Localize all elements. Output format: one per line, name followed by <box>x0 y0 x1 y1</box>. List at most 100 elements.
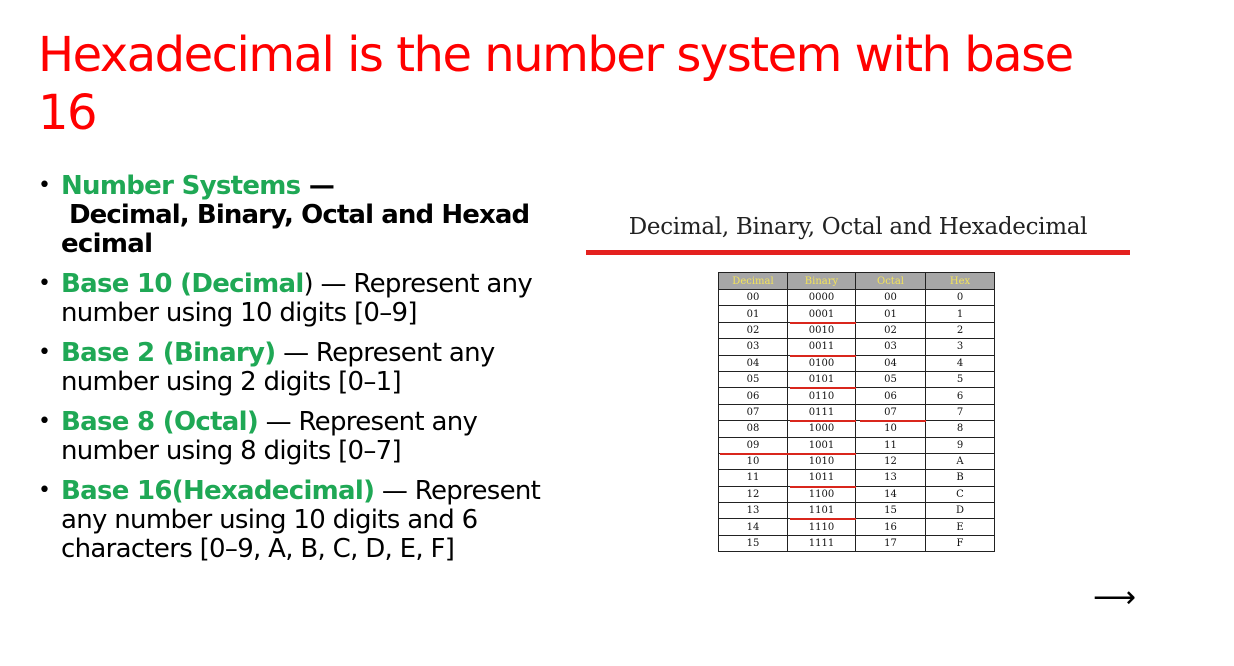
bullet-dot-icon: • <box>38 173 51 198</box>
bullet-subtext-cont: ecimal <box>61 229 153 259</box>
cell-decimal: 12 <box>718 485 788 504</box>
bullet-head: Number Systems <box>61 171 301 201</box>
table-row: 05 0101 05 5 <box>718 370 995 389</box>
table-body: 00 0000 00 0 01 0001 01 1 02 0010 02 2 03 0011 03 3 04 01… <box>718 288 995 553</box>
bullet-dot-icon: • <box>38 340 51 365</box>
cell-octal: 16 <box>855 518 926 536</box>
table-row: 06 0110 06 6 <box>718 387 995 405</box>
cell-binary: 1011 <box>787 469 856 487</box>
cell-hex: 2 <box>925 321 995 340</box>
table-row: 00 0000 00 0 <box>718 288 995 307</box>
cell-octal: 07 <box>855 403 926 422</box>
table-row: 02 0010 02 2 <box>718 321 995 340</box>
cell-octal: 17 <box>855 534 926 553</box>
annotation-underline <box>790 322 856 324</box>
cell-hex: 0 <box>925 288 995 307</box>
cell-decimal: 06 <box>718 387 788 405</box>
bullet-head: Base 2 (Binary) <box>61 338 276 368</box>
table-row: 14 1110 16 E <box>718 518 995 536</box>
cell-decimal: 07 <box>718 403 788 422</box>
table-row: 15 1111 17 F <box>718 534 995 553</box>
annotation-underline <box>790 387 856 389</box>
cell-hex: 6 <box>925 387 995 405</box>
header-binary: Binary <box>787 272 856 290</box>
cell-decimal: 02 <box>718 321 788 340</box>
bullet-dot-icon: • <box>38 271 51 296</box>
table-row: 04 0100 04 4 <box>718 354 995 372</box>
cell-binary: 1111 <box>787 534 856 553</box>
cell-binary: 1001 <box>787 436 856 454</box>
table-row: 10 1010 12 A <box>718 452 995 471</box>
cell-octal: 06 <box>855 387 926 405</box>
annotation-underline <box>790 420 856 422</box>
bullet-head: Base 10 (Decimal <box>61 269 304 299</box>
cell-hex: E <box>925 518 995 536</box>
bullet-head-close: ) <box>303 269 314 299</box>
cell-octal: 02 <box>855 321 926 340</box>
slide-title: Hexadecimal is the number system with ba… <box>38 27 1074 141</box>
cell-octal: 12 <box>855 452 926 471</box>
table-row: 11 1011 13 B <box>718 469 995 487</box>
cell-binary: 1110 <box>787 518 856 536</box>
annotation-underline <box>790 355 856 357</box>
annotation-underline <box>790 518 856 520</box>
cell-decimal: 04 <box>718 354 788 372</box>
cell-octal: 14 <box>855 485 926 504</box>
cell-hex: 4 <box>925 354 995 372</box>
bullet-base-8: • Base 8 (Octal) — Represent any number … <box>38 408 568 466</box>
cell-binary: 0000 <box>787 288 856 307</box>
cell-hex: B <box>925 469 995 487</box>
cell-binary: 0110 <box>787 387 856 405</box>
cell-binary: 1100 <box>787 485 856 504</box>
table-header-row: Decimal Binary Octal Hex <box>718 272 995 290</box>
cell-hex: C <box>925 485 995 504</box>
cell-binary: 1101 <box>787 502 856 520</box>
cell-hex: 8 <box>925 420 995 438</box>
cell-octal: 15 <box>855 502 926 520</box>
cell-binary: 1010 <box>787 452 856 471</box>
header-octal: Octal <box>855 272 926 290</box>
cell-decimal: 03 <box>718 338 788 356</box>
cell-octal: 13 <box>855 469 926 487</box>
bullet-dot-icon: • <box>38 409 51 434</box>
cell-decimal: 11 <box>718 469 788 487</box>
conversion-figure: Decimal, Binary, Octal and Hexadecimal <box>586 208 1130 255</box>
bullet-base-2: • Base 2 (Binary) — Represent any number… <box>38 339 568 397</box>
cell-octal: 00 <box>855 288 926 307</box>
cell-binary: 0011 <box>787 338 856 356</box>
bullet-separator: — <box>300 171 335 201</box>
cell-decimal: 09 <box>718 436 788 454</box>
cell-octal: 10 <box>855 420 926 438</box>
annotation-underline <box>790 486 856 488</box>
table-row: 07 0111 07 7 <box>718 403 995 422</box>
cell-hex: 3 <box>925 338 995 356</box>
cell-decimal: 14 <box>718 518 788 536</box>
bullet-base-10: • Base 10 (Decimal) — Represent any numb… <box>38 270 568 328</box>
right-arrow-icon[interactable]: ⟶ <box>1093 583 1136 613</box>
cell-hex: 1 <box>925 305 995 323</box>
cell-hex: F <box>925 534 995 553</box>
cell-octal: 03 <box>855 338 926 356</box>
bullet-head: Base 8 (Octal) <box>61 407 259 437</box>
conversion-table: Decimal Binary Octal Hex 00 0000 00 0 01 0001… <box>718 272 995 553</box>
cell-binary: 0001 <box>787 305 856 323</box>
cell-hex: 9 <box>925 436 995 454</box>
header-decimal: Decimal <box>718 272 788 290</box>
cell-binary: 0111 <box>787 403 856 422</box>
table-row: 13 1101 15 D <box>718 502 995 520</box>
cell-binary: 0101 <box>787 370 856 389</box>
table-row: 03 0011 03 3 <box>718 338 995 356</box>
cell-binary: 0100 <box>787 354 856 372</box>
table-row: 01 0001 01 1 <box>718 305 995 323</box>
cell-octal: 11 <box>855 436 926 454</box>
cell-decimal: 10 <box>718 452 788 471</box>
cell-hex: 5 <box>925 370 995 389</box>
cell-octal: 04 <box>855 354 926 372</box>
cell-hex: A <box>925 452 995 471</box>
table-row: 08 1000 10 8 <box>718 420 995 438</box>
cell-decimal: 00 <box>718 288 788 307</box>
table-row: 09 1001 11 9 <box>718 436 995 454</box>
annotation-underline <box>860 420 926 422</box>
header-hex: Hex <box>925 272 995 290</box>
cell-binary: 1000 <box>787 420 856 438</box>
